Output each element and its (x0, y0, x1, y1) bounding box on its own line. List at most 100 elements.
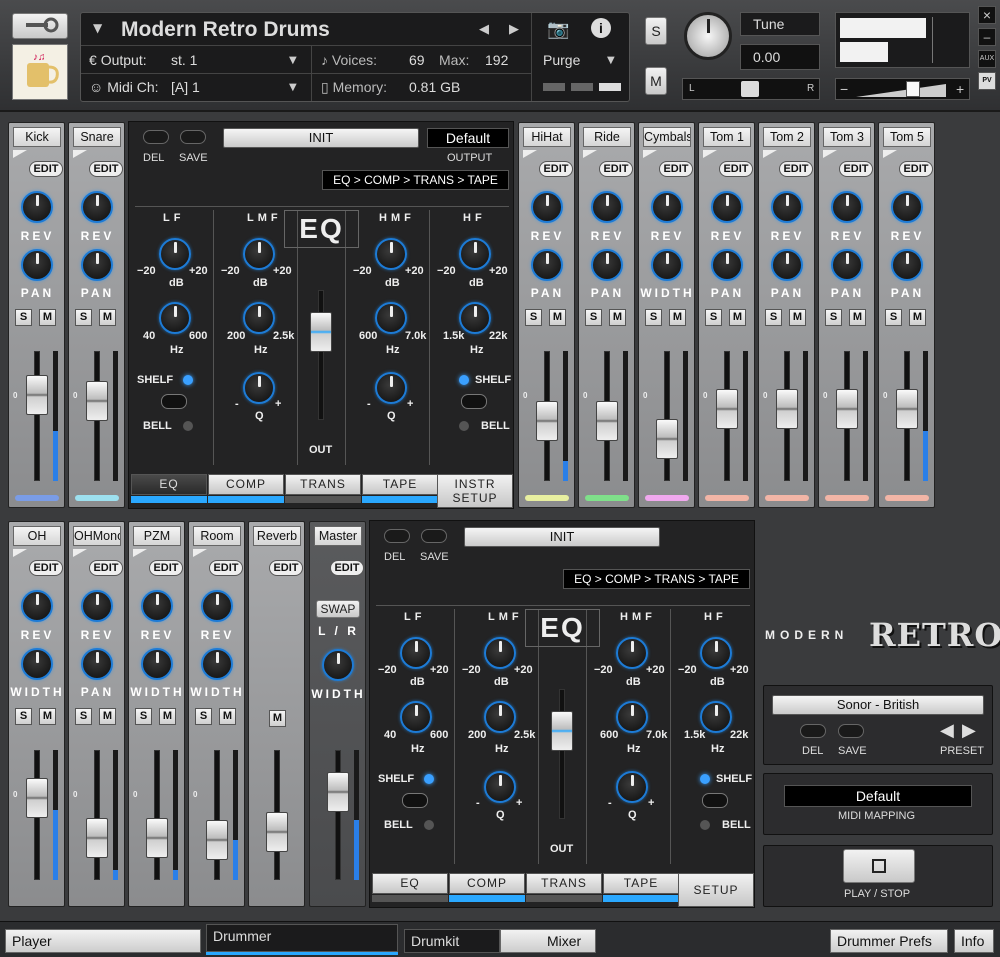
channel-name[interactable]: Ride (583, 127, 631, 147)
solo-button[interactable]: S (645, 17, 667, 45)
edit-button[interactable]: EDIT (149, 560, 183, 576)
out-fader[interactable] (310, 312, 332, 352)
edit-button[interactable]: EDIT (599, 161, 633, 177)
solo-button[interactable]: S (75, 708, 92, 725)
mute-button[interactable]: M (789, 309, 806, 326)
mute-button[interactable]: M (909, 309, 926, 326)
lf-shelf-led[interactable] (424, 774, 434, 784)
mute-button[interactable]: M (609, 309, 626, 326)
lf-gain-knob[interactable] (400, 637, 432, 669)
volume-fader[interactable] (327, 772, 349, 812)
edit-button[interactable]: EDIT (659, 161, 693, 177)
pv-button[interactable]: PV (978, 72, 996, 90)
pan-knob[interactable] (141, 648, 173, 680)
preset-corner-icon[interactable] (13, 549, 27, 557)
volume-fader[interactable] (836, 389, 858, 429)
edit-button[interactable]: EDIT (779, 161, 813, 177)
hf-bell-led[interactable] (459, 421, 469, 431)
kit-name[interactable]: Sonor - British (772, 695, 984, 715)
lmf-q-knob[interactable] (484, 771, 516, 803)
edit-button[interactable]: EDIT (330, 560, 364, 576)
preset-corner-icon[interactable] (763, 150, 777, 158)
hf-bell-led[interactable] (700, 820, 710, 830)
lmf-gain-knob[interactable] (484, 637, 516, 669)
fx-tab-2[interactable]: TRANS (526, 873, 602, 894)
preset-corner-icon[interactable] (13, 150, 27, 158)
solo-button[interactable]: S (825, 309, 842, 326)
mute-button[interactable]: M (669, 309, 686, 326)
volume-minus[interactable]: − (840, 81, 848, 97)
lmf-gain-knob[interactable] (243, 238, 275, 270)
channel-name[interactable]: Snare (73, 127, 121, 147)
solo-button[interactable]: S (705, 309, 722, 326)
mute-button[interactable]: M (99, 708, 116, 725)
mute-button[interactable]: M (39, 708, 56, 725)
channel-name[interactable]: Tom 2 (763, 127, 811, 147)
lf-bell-led[interactable] (424, 820, 434, 830)
reverb-knob[interactable] (711, 191, 743, 223)
channel-name[interactable]: Tom 5 (883, 127, 931, 147)
mute-button[interactable]: M (645, 67, 667, 95)
midi-dropdown-icon[interactable]: ▼ (289, 82, 297, 93)
del-button[interactable] (143, 130, 169, 144)
lf-bell-led[interactable] (183, 421, 193, 431)
drumkit-tab[interactable]: Drumkit (404, 929, 500, 953)
channel-name[interactable]: Kick (13, 127, 61, 147)
preset-corner-icon[interactable] (823, 150, 837, 158)
mute-button[interactable]: M (159, 708, 176, 725)
volume-fader[interactable] (86, 818, 108, 858)
reverb-knob[interactable] (81, 191, 113, 223)
reverb-knob[interactable] (591, 191, 623, 223)
reverb-knob[interactable] (21, 590, 53, 622)
aux-button[interactable]: AUX (978, 50, 996, 68)
info-tab[interactable]: Info (954, 929, 994, 953)
pan-knob[interactable] (891, 249, 923, 281)
mixer-tab[interactable]: Mixer (500, 929, 596, 953)
solo-button[interactable]: S (15, 309, 32, 326)
tune-value[interactable]: 0.00 (740, 44, 820, 70)
volume-fader[interactable] (896, 389, 918, 429)
preset-corner-icon[interactable] (73, 150, 87, 158)
reverb-knob[interactable] (771, 191, 803, 223)
volume-fader[interactable] (656, 419, 678, 459)
midi-mapping-value[interactable]: Default (784, 785, 972, 807)
edit-button[interactable]: EDIT (899, 161, 933, 177)
reverb-knob[interactable] (81, 590, 113, 622)
preset-corner-icon[interactable] (703, 150, 717, 158)
pan-knob[interactable] (711, 249, 743, 281)
channel-name[interactable]: Room (193, 526, 241, 546)
edit-button[interactable]: EDIT (89, 161, 123, 177)
volume-fader[interactable] (776, 389, 798, 429)
fx-tab-3[interactable]: TAPE (603, 873, 679, 894)
reverb-knob[interactable] (531, 191, 563, 223)
width-knob[interactable] (322, 649, 354, 681)
edit-button[interactable]: EDIT (209, 560, 243, 576)
solo-button[interactable]: S (15, 708, 32, 725)
solo-button[interactable]: S (885, 309, 902, 326)
reverb-knob[interactable] (651, 191, 683, 223)
channel-name[interactable]: Master (314, 526, 362, 546)
solo-button[interactable]: S (195, 708, 212, 725)
output-value[interactable]: st. 1 (171, 52, 197, 68)
preset-corner-icon[interactable] (883, 150, 897, 158)
fx-tab-2[interactable]: TRANS (285, 474, 361, 495)
edit-button[interactable]: EDIT (29, 560, 63, 576)
volume-fader[interactable] (716, 389, 738, 429)
preset-corner-icon[interactable] (523, 150, 537, 158)
swap-button[interactable]: SWAP (316, 600, 360, 618)
purge-menu[interactable]: Purge (543, 52, 580, 68)
mute-button[interactable]: M (39, 309, 56, 326)
channel-name[interactable]: Cymbals (643, 127, 691, 147)
prev-instrument-icon[interactable]: ◀ (479, 22, 489, 37)
close-icon[interactable]: × (978, 6, 996, 24)
preset-corner-icon[interactable] (73, 549, 87, 557)
reverb-knob[interactable] (831, 191, 863, 223)
channel-name[interactable]: OHMono (73, 526, 121, 546)
hmf-q-knob[interactable] (616, 771, 648, 803)
hmf-freq-knob[interactable] (616, 701, 648, 733)
hmf-gain-knob[interactable] (616, 637, 648, 669)
channel-name[interactable]: PZM (133, 526, 181, 546)
kit-del-button[interactable] (800, 724, 826, 738)
pan-knob[interactable] (531, 249, 563, 281)
edit-button[interactable]: EDIT (719, 161, 753, 177)
